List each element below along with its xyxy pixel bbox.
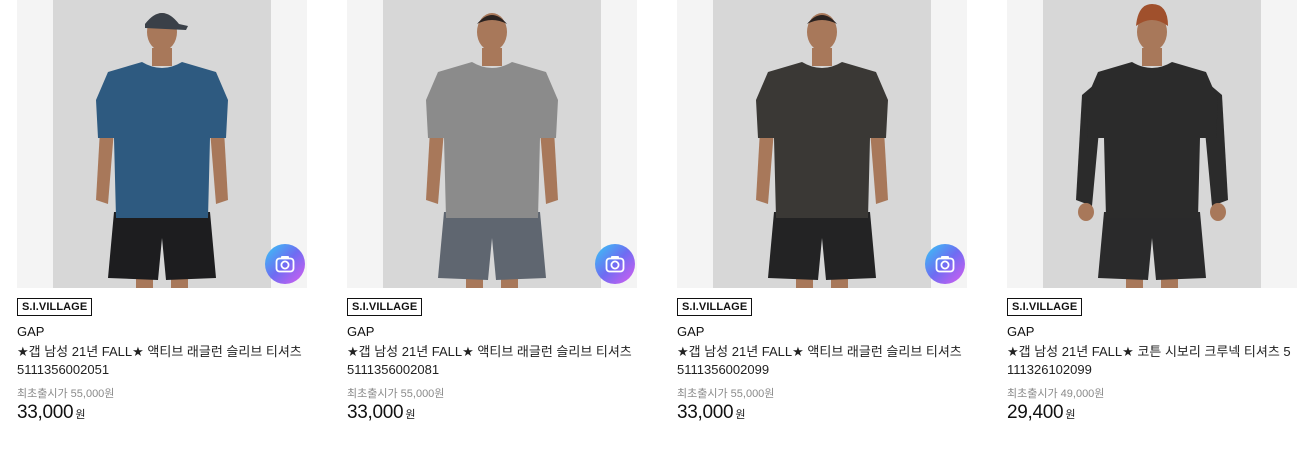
model-illustration xyxy=(426,13,558,288)
original-price: 최초출시가 55,000원 xyxy=(347,388,445,400)
price-row: 33,000 원 xyxy=(677,402,967,424)
currency-label: 원 xyxy=(405,409,416,421)
product-image[interactable] xyxy=(17,0,307,288)
product-image[interactable] xyxy=(1007,0,1297,288)
sale-price: 29,400 xyxy=(1007,402,1064,423)
currency-label: 원 xyxy=(75,409,86,421)
model-illustration xyxy=(1076,4,1228,288)
sale-price: 33,000 xyxy=(677,402,734,423)
price-row: 29,400 원 xyxy=(1007,402,1297,424)
camera-icon[interactable] xyxy=(925,244,965,284)
product-title[interactable]: ★갭 남성 21년 FALL★ 액티브 래글런 슬리브 티셔츠 51113560… xyxy=(677,343,967,379)
product-grid: S.I.VILLAGE GAP ★갭 남성 21년 FALL★ 액티브 래글런 … xyxy=(0,0,1301,455)
product-card[interactable]: S.I.VILLAGE GAP ★갭 남성 21년 FALL★ 코튼 시보리 크… xyxy=(1007,0,1297,424)
original-price: 최초출시가 55,000원 xyxy=(677,388,775,400)
currency-label: 원 xyxy=(735,409,746,421)
seller-badge: S.I.VILLAGE xyxy=(347,298,423,316)
product-title[interactable]: ★갭 남성 21년 FALL★ 액티브 래글런 슬리브 티셔츠 51113560… xyxy=(347,343,637,379)
original-price: 최초출시가 49,000원 xyxy=(1007,388,1105,400)
product-image[interactable] xyxy=(347,0,637,288)
product-image[interactable] xyxy=(677,0,967,288)
model-illustration xyxy=(756,13,888,288)
brand-name[interactable]: GAP xyxy=(1007,324,1297,340)
camera-icon[interactable] xyxy=(265,244,305,284)
product-title[interactable]: ★갭 남성 21년 FALL★ 액티브 래글런 슬리브 티셔츠 51113560… xyxy=(17,343,307,379)
original-price: 최초출시가 55,000원 xyxy=(17,388,115,400)
brand-name[interactable]: GAP xyxy=(17,324,307,340)
brand-name[interactable]: GAP xyxy=(677,324,967,340)
product-card[interactable]: S.I.VILLAGE GAP ★갭 남성 21년 FALL★ 액티브 래글런 … xyxy=(17,0,307,424)
sale-price: 33,000 xyxy=(347,402,404,423)
model-illustration xyxy=(96,13,228,288)
currency-label: 원 xyxy=(1065,409,1076,421)
seller-badge: S.I.VILLAGE xyxy=(1007,298,1083,316)
seller-badge: S.I.VILLAGE xyxy=(677,298,753,316)
product-card[interactable]: S.I.VILLAGE GAP ★갭 남성 21년 FALL★ 액티브 래글런 … xyxy=(347,0,637,424)
brand-name[interactable]: GAP xyxy=(347,324,637,340)
price-row: 33,000 원 xyxy=(17,402,307,424)
product-title[interactable]: ★갭 남성 21년 FALL★ 코튼 시보리 크루넥 티셔츠 511132610… xyxy=(1007,343,1297,379)
product-card[interactable]: S.I.VILLAGE GAP ★갭 남성 21년 FALL★ 액티브 래글런 … xyxy=(677,0,967,424)
sale-price: 33,000 xyxy=(17,402,74,423)
camera-icon[interactable] xyxy=(595,244,635,284)
seller-badge: S.I.VILLAGE xyxy=(17,298,93,316)
price-row: 33,000 원 xyxy=(347,402,637,424)
